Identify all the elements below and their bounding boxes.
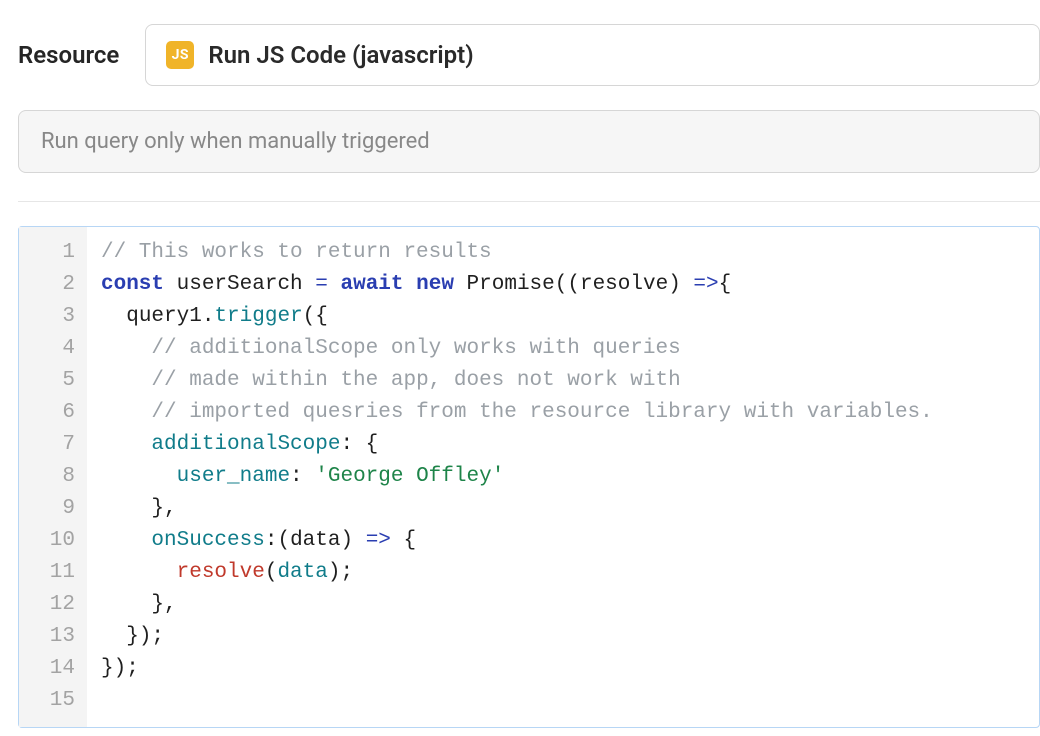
- trigger-mode-select[interactable]: Run query only when manually triggered: [18, 110, 1040, 173]
- resource-select[interactable]: JS Run JS Code (javascript): [145, 24, 1040, 86]
- code-line[interactable]: },: [101, 589, 933, 621]
- code-line[interactable]: });: [101, 621, 933, 653]
- section-divider: [18, 201, 1040, 202]
- code-line[interactable]: });: [101, 653, 933, 685]
- line-number: 10: [19, 525, 75, 557]
- line-number: 1: [19, 237, 75, 269]
- line-number: 7: [19, 429, 75, 461]
- code-line[interactable]: // additionalScope only works with queri…: [101, 333, 933, 365]
- line-number: 8: [19, 461, 75, 493]
- code-editor[interactable]: 123456789101112131415 // This works to r…: [18, 226, 1040, 728]
- editor-code-area[interactable]: // This works to return resultsconst use…: [87, 227, 933, 727]
- line-number: 4: [19, 333, 75, 365]
- line-number: 9: [19, 493, 75, 525]
- code-line[interactable]: user_name: 'George Offley': [101, 461, 933, 493]
- code-line[interactable]: onSuccess:(data) => {: [101, 525, 933, 557]
- line-number: 6: [19, 397, 75, 429]
- line-number: 14: [19, 653, 75, 685]
- trigger-mode-text: Run query only when manually triggered: [41, 129, 1017, 154]
- code-line[interactable]: // imported quesries from the resource l…: [101, 397, 933, 429]
- code-line[interactable]: },: [101, 493, 933, 525]
- resource-select-text: Run JS Code (javascript): [208, 41, 473, 69]
- line-number: 15: [19, 685, 75, 717]
- code-line[interactable]: const userSearch = await new Promise((re…: [101, 269, 933, 301]
- editor-gutter: 123456789101112131415: [19, 227, 87, 727]
- code-line[interactable]: // made within the app, does not work wi…: [101, 365, 933, 397]
- line-number: 3: [19, 301, 75, 333]
- line-number: 11: [19, 557, 75, 589]
- resource-label: Resource: [18, 41, 119, 69]
- code-line[interactable]: [101, 685, 933, 717]
- code-line[interactable]: resolve(data);: [101, 557, 933, 589]
- js-icon: JS: [166, 41, 194, 69]
- code-line[interactable]: // This works to return results: [101, 237, 933, 269]
- line-number: 2: [19, 269, 75, 301]
- line-number: 12: [19, 589, 75, 621]
- line-number: 13: [19, 621, 75, 653]
- line-number: 5: [19, 365, 75, 397]
- code-line[interactable]: query1.trigger({: [101, 301, 933, 333]
- resource-header-row: Resource JS Run JS Code (javascript): [0, 0, 1040, 110]
- code-line[interactable]: additionalScope: {: [101, 429, 933, 461]
